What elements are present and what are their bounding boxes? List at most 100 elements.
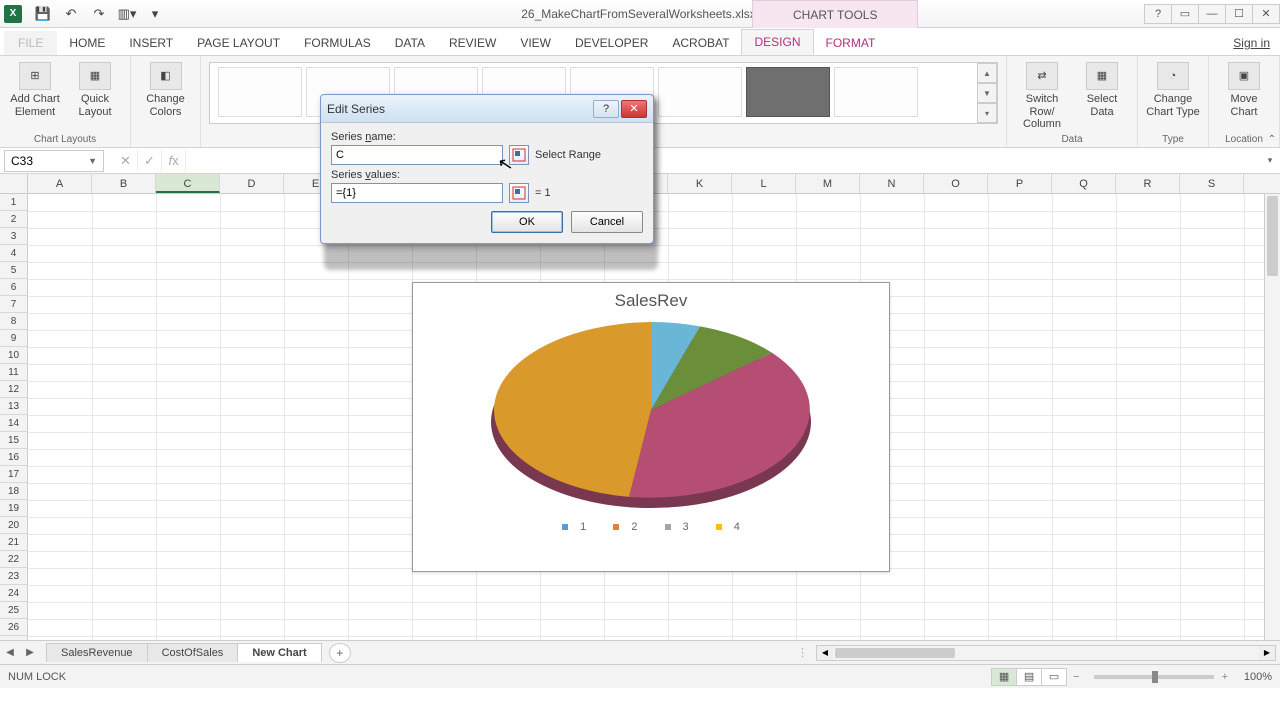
embedded-chart[interactable]: SalesRev 1 2 3 4: [412, 282, 890, 572]
select-data-button[interactable]: ▦ Select Data: [1075, 62, 1129, 118]
horizontal-scrollbar[interactable]: ◀▶: [816, 645, 1276, 661]
close-icon[interactable]: ✕: [1252, 4, 1280, 24]
row-header[interactable]: 13: [0, 398, 28, 415]
column-header[interactable]: K: [668, 174, 732, 193]
tab-format[interactable]: FORMAT: [814, 31, 888, 55]
column-header[interactable]: D: [220, 174, 284, 193]
row-header[interactable]: 17: [0, 466, 28, 483]
qat-item-icon[interactable]: ▥▾: [114, 3, 140, 25]
column-header[interactable]: L: [732, 174, 796, 193]
row-header[interactable]: 21: [0, 534, 28, 551]
chart-title[interactable]: SalesRev: [413, 283, 889, 315]
chart-style-thumb[interactable]: [218, 67, 302, 117]
pie-plot-area[interactable]: [413, 315, 889, 515]
minimize-icon[interactable]: —: [1198, 4, 1226, 24]
row-header[interactable]: 25: [0, 602, 28, 619]
chart-legend[interactable]: 1 2 3 4: [413, 515, 889, 533]
vertical-scrollbar[interactable]: [1264, 194, 1280, 640]
tab-review[interactable]: REVIEW: [437, 31, 508, 55]
row-header[interactable]: 8: [0, 313, 28, 330]
sheet-nav-prev-icon[interactable]: ◀: [0, 643, 20, 663]
row-header[interactable]: 16: [0, 449, 28, 466]
column-header[interactable]: B: [92, 174, 156, 193]
column-header[interactable]: N: [860, 174, 924, 193]
column-header[interactable]: O: [924, 174, 988, 193]
gallery-scroll[interactable]: ▲▼▾: [977, 63, 997, 123]
row-header[interactable]: 15: [0, 432, 28, 449]
tab-acrobat[interactable]: ACROBAT: [660, 31, 741, 55]
collapse-ribbon-icon[interactable]: ⌃: [1268, 134, 1276, 145]
sheet-tab-new-chart[interactable]: New Chart: [237, 643, 321, 662]
switch-row-column-button[interactable]: ⇄ Switch Row/ Column: [1015, 62, 1069, 131]
dialog-help-icon[interactable]: ?: [593, 100, 619, 118]
tab-page-layout[interactable]: PAGE LAYOUT: [185, 31, 292, 55]
zoom-value[interactable]: 100%: [1228, 671, 1272, 683]
insert-function-icon[interactable]: fx: [162, 150, 186, 172]
tab-data[interactable]: DATA: [383, 31, 437, 55]
view-page-break-icon[interactable]: ▭: [1041, 668, 1067, 686]
save-icon[interactable]: 💾: [30, 3, 56, 25]
row-header[interactable]: 23: [0, 568, 28, 585]
column-header[interactable]: Q: [1052, 174, 1116, 193]
add-chart-element-button[interactable]: ⊞ Add Chart Element: [8, 62, 62, 118]
row-header[interactable]: 18: [0, 483, 28, 500]
column-header[interactable]: R: [1116, 174, 1180, 193]
name-box[interactable]: C33 ▼: [4, 150, 104, 172]
column-header[interactable]: A: [28, 174, 92, 193]
chart-style-thumb-selected[interactable]: [746, 67, 830, 117]
row-header[interactable]: 3: [0, 228, 28, 245]
undo-icon[interactable]: ↶: [58, 3, 84, 25]
redo-icon[interactable]: ↷: [86, 3, 112, 25]
maximize-icon[interactable]: ☐: [1225, 4, 1253, 24]
row-header[interactable]: 9: [0, 330, 28, 347]
column-header[interactable]: S: [1180, 174, 1244, 193]
dialog-titlebar[interactable]: Edit Series ? ✕: [321, 95, 653, 123]
tab-home[interactable]: HOME: [57, 31, 117, 55]
sheet-nav-next-icon[interactable]: ▶: [20, 643, 40, 663]
row-header[interactable]: 4: [0, 245, 28, 262]
row-header[interactable]: 10: [0, 347, 28, 364]
row-headers[interactable]: 1234567891011121314151617181920212223242…: [0, 194, 28, 640]
row-header[interactable]: 11: [0, 364, 28, 381]
row-header[interactable]: 24: [0, 585, 28, 602]
column-header[interactable]: C: [156, 174, 220, 193]
chart-style-thumb[interactable]: [834, 67, 918, 117]
cancel-button[interactable]: Cancel: [571, 211, 643, 233]
move-chart-button[interactable]: ▣ Move Chart: [1217, 62, 1271, 118]
tab-design[interactable]: DESIGN: [741, 29, 813, 55]
column-header[interactable]: M: [796, 174, 860, 193]
dialog-close-icon[interactable]: ✕: [621, 100, 647, 118]
series-name-input[interactable]: [331, 145, 503, 165]
quick-layout-button[interactable]: ▦ Quick Layout: [68, 62, 122, 118]
row-header[interactable]: 2: [0, 211, 28, 228]
series-values-range-picker-icon[interactable]: [509, 183, 529, 203]
new-sheet-button[interactable]: +: [329, 643, 351, 663]
row-header[interactable]: 12: [0, 381, 28, 398]
enter-formula-icon[interactable]: ✓: [138, 150, 162, 172]
row-header[interactable]: 1: [0, 194, 28, 211]
sheet-tab-costofsales[interactable]: CostOfSales: [147, 643, 239, 662]
row-header[interactable]: 14: [0, 415, 28, 432]
view-page-layout-icon[interactable]: ▤: [1016, 668, 1042, 686]
series-values-input[interactable]: [331, 183, 503, 203]
select-all-corner[interactable]: [0, 174, 28, 193]
row-header[interactable]: 22: [0, 551, 28, 568]
help-icon[interactable]: ?: [1144, 4, 1172, 24]
tab-developer[interactable]: DEVELOPER: [563, 31, 660, 55]
row-header[interactable]: 5: [0, 262, 28, 279]
row-header[interactable]: 19: [0, 500, 28, 517]
tab-split-handle[interactable]: ⋮: [797, 646, 808, 659]
ribbon-options-icon[interactable]: ▭: [1171, 4, 1199, 24]
change-colors-button[interactable]: ◧ Change Colors: [139, 62, 193, 118]
tab-formulas[interactable]: FORMULAS: [292, 31, 383, 55]
name-box-dropdown-icon[interactable]: ▼: [88, 156, 97, 166]
cancel-formula-icon[interactable]: ✕: [114, 150, 138, 172]
row-header[interactable]: 7: [0, 296, 28, 313]
zoom-slider[interactable]: [1094, 675, 1214, 679]
column-header[interactable]: P: [988, 174, 1052, 193]
row-header[interactable]: 27: [0, 636, 28, 640]
row-header[interactable]: 6: [0, 279, 28, 296]
expand-formula-bar-icon[interactable]: ▾: [1260, 155, 1280, 166]
row-header[interactable]: 26: [0, 619, 28, 636]
change-chart-type-button[interactable]: ◔ Change Chart Type: [1146, 62, 1200, 118]
